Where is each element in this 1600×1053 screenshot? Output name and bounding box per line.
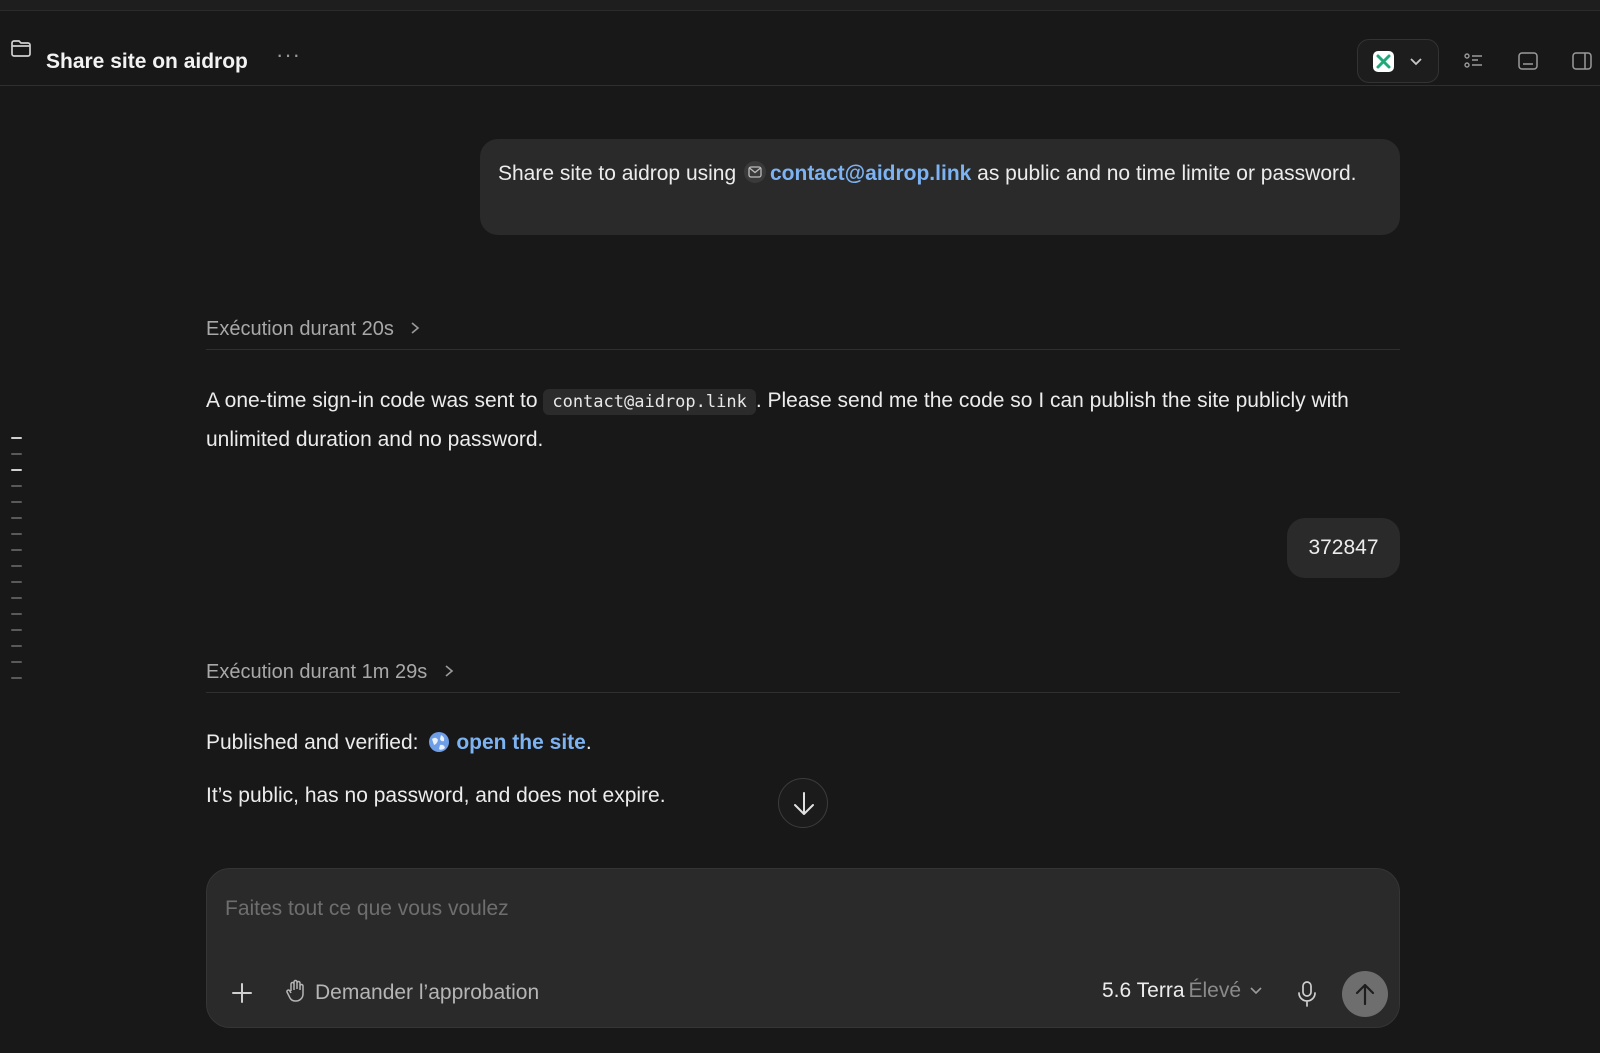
model-name: 5.6 Terra [1102, 979, 1185, 1002]
timeline-tick[interactable] [11, 629, 22, 631]
timeline-tick[interactable] [11, 469, 22, 471]
folder-icon [11, 40, 31, 57]
header: Share site on aidrop ··· [0, 12, 1600, 86]
timeline-tick[interactable] [11, 613, 22, 615]
chevron-right-icon [445, 665, 453, 677]
user-message-text: Share site to aidrop using [498, 162, 742, 185]
hand-icon [286, 979, 304, 1002]
timeline-tick[interactable] [11, 677, 22, 679]
timeline-tick[interactable] [11, 437, 22, 439]
conversation-timeline[interactable] [11, 437, 22, 693]
timeline-tick[interactable] [11, 485, 22, 487]
open-site-link[interactable]: open the site [456, 731, 586, 754]
arrow-up-icon [1355, 983, 1375, 1006]
assistant-message: A one-time sign-in code was sent to cont… [206, 382, 1406, 459]
email-link[interactable]: contact@aidrop.link [770, 162, 971, 185]
assistant-text: . [585, 731, 592, 754]
execution-summary-toggle[interactable]: Exécution durant 1m 29s [206, 661, 1400, 693]
timeline-tick[interactable] [11, 549, 22, 551]
plus-icon[interactable] [229, 980, 255, 1006]
timeline-tick[interactable] [11, 517, 22, 519]
globe-icon [429, 732, 450, 752]
execution-label: Exécution durant 1m 29s [206, 661, 428, 683]
approval-mode-button[interactable]: Demander l’approbation [285, 979, 539, 1009]
panel-toggle-icon[interactable] [1571, 50, 1593, 72]
timeline-tick[interactable] [11, 581, 22, 583]
user-message: Share site to aidrop using contact@aidro… [480, 139, 1400, 235]
assistant-text: A one-time sign-in code was sent to [206, 389, 544, 412]
chevron-down-icon [1250, 987, 1262, 995]
scroll-to-bottom-button[interactable] [778, 778, 828, 828]
app-switcher-button[interactable] [1357, 39, 1439, 83]
approval-label: Demander l’approbation [315, 981, 540, 1004]
assistant-text: Published and verified: [206, 731, 425, 754]
arrow-down-icon [794, 792, 814, 815]
chevron-right-icon [411, 322, 420, 334]
terminal-icon[interactable] [1517, 50, 1539, 72]
list-icon[interactable] [1463, 50, 1485, 72]
execution-summary-toggle[interactable]: Exécution durant 20s [206, 318, 1400, 350]
prompt-input[interactable] [225, 891, 1375, 927]
assistant-message: Published and verified: open the site. [206, 724, 1406, 762]
user-message-code: 372847 [1287, 518, 1400, 578]
mic-icon[interactable] [1294, 979, 1320, 1009]
composer: Demander l’approbation 5.6 TerraÉlevé [206, 868, 1400, 1028]
timeline-tick[interactable] [11, 565, 22, 567]
window-top-strip [0, 0, 1600, 11]
more-icon[interactable]: ··· [276, 42, 301, 68]
model-selector[interactable]: 5.6 Terra Élevé [1102, 979, 1263, 1003]
mail-icon [743, 161, 766, 183]
user-message-text: as public and no time limite or password… [971, 162, 1357, 185]
chevron-down-icon [1410, 58, 1422, 66]
page-title: Share site on aidrop [46, 50, 248, 73]
model-level: Élevé [1188, 979, 1242, 1002]
inline-code: contact@aidrop.link [543, 389, 756, 415]
timeline-tick[interactable] [11, 453, 22, 455]
timeline-tick[interactable] [11, 597, 22, 599]
execution-label: Exécution durant 20s [206, 318, 394, 340]
timeline-tick[interactable] [11, 661, 22, 663]
timeline-tick[interactable] [11, 533, 22, 535]
send-button[interactable] [1342, 971, 1388, 1017]
app-logo-icon [1373, 51, 1394, 72]
timeline-tick[interactable] [11, 501, 22, 503]
timeline-tick[interactable] [11, 645, 22, 647]
